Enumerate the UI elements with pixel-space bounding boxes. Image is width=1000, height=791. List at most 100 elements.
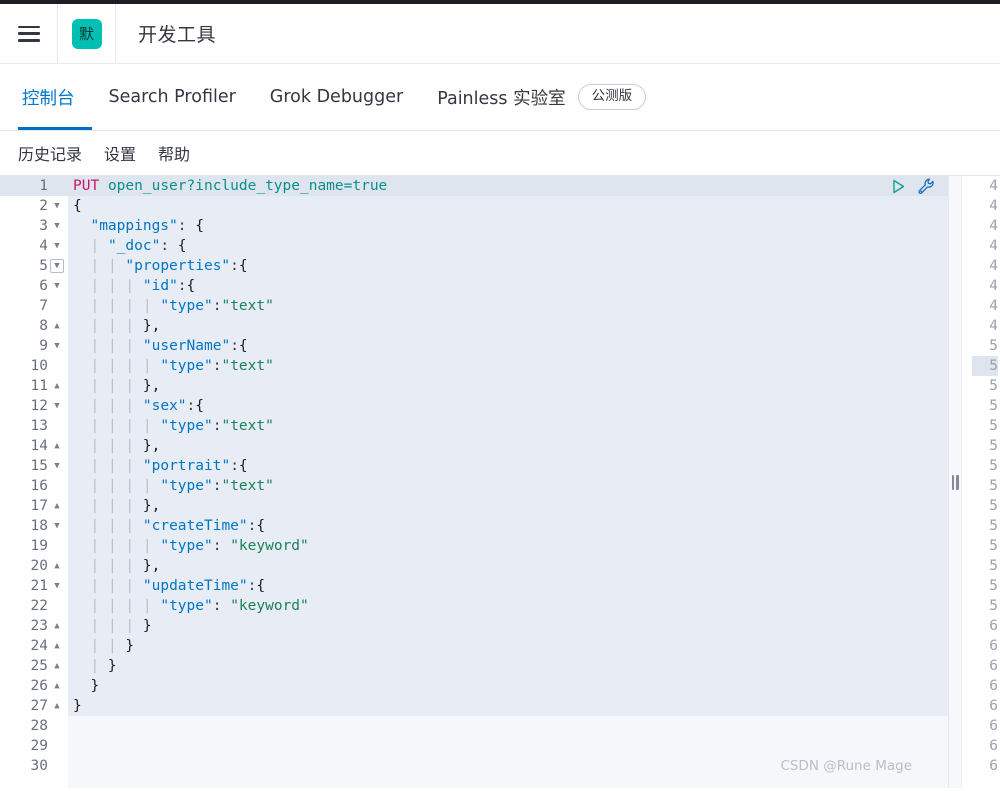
gutter-line[interactable]: 7: [0, 296, 68, 316]
fold-toggle-icon[interactable]: ▲: [50, 319, 64, 333]
fold-toggle-icon[interactable]: ▼: [50, 399, 64, 413]
run-request-button[interactable]: [890, 178, 907, 195]
fold-toggle-icon[interactable]: ▼: [50, 219, 64, 233]
editor-line-gutter[interactable]: 1 2 ▼ 3 ▼ 4 ▼ 5 ▼ 6 ▼ 7 8 ▲ 9 ▼ 10 11 ▲ 12 ▼ 13 14 ▲ 15 ▼ 16 17 ▲ 18 ▼…: [0, 176, 68, 788]
menu-toggle-button[interactable]: [0, 4, 58, 63]
code-line[interactable]: | | | "updateTime":{: [68, 576, 948, 596]
code-line[interactable]: }: [68, 696, 948, 716]
gutter-line[interactable]: 23 ▲: [0, 616, 68, 636]
gutter-line[interactable]: 28: [0, 716, 68, 736]
code-line[interactable]: | | | | "type": "keyword": [68, 536, 948, 556]
code-line[interactable]: | | | },: [68, 496, 948, 516]
gutter-line[interactable]: 21 ▼: [0, 576, 68, 596]
gutter-line[interactable]: 8 ▲: [0, 316, 68, 336]
fold-toggle-icon[interactable]: ▼: [50, 239, 64, 253]
gutter-line[interactable]: 17 ▲: [0, 496, 68, 516]
tab-search-profiler[interactable]: Search Profiler: [92, 64, 253, 130]
gutter-line-number: 23: [30, 618, 48, 634]
response-viewer-pane[interactable]: 4 4 4 4 4 4 4 4 5 5 5 5 5 5 5 5 5 5 5 5 5 5 6 6 6 6 6 6 6 6: [962, 176, 1000, 788]
fold-toggle-icon[interactable]: ▲: [50, 379, 64, 393]
code-line[interactable]: | | | },: [68, 316, 948, 336]
fold-toggle-icon[interactable]: ▼: [50, 259, 64, 273]
wrench-icon[interactable]: [917, 177, 936, 196]
fold-toggle-icon[interactable]: ▼: [50, 279, 64, 293]
beta-badge[interactable]: 公测版: [577, 83, 647, 111]
gutter-line[interactable]: 24 ▲: [0, 636, 68, 656]
tab-painless-lab[interactable]: Painless 实验室 公测版: [420, 64, 663, 130]
editor-code-lines[interactable]: PUT open_user?include_type_name=true{ "m…: [68, 176, 948, 776]
gutter-line[interactable]: 5 ▼: [0, 256, 68, 276]
submenu-item-settings[interactable]: 设置: [104, 141, 136, 165]
code-line[interactable]: | | | },: [68, 556, 948, 576]
gutter-line[interactable]: 22: [0, 596, 68, 616]
fold-toggle-icon[interactable]: ▼: [50, 339, 64, 353]
gutter-line[interactable]: 14 ▲: [0, 436, 68, 456]
code-line[interactable]: | | | "createTime":{: [68, 516, 948, 536]
gutter-line[interactable]: 12 ▼: [0, 396, 68, 416]
gutter-line[interactable]: 4 ▼: [0, 236, 68, 256]
gutter-line[interactable]: 10: [0, 356, 68, 376]
gutter-line[interactable]: 11 ▲: [0, 376, 68, 396]
code-line[interactable]: {: [68, 196, 948, 216]
gutter-line[interactable]: 15 ▼: [0, 456, 68, 476]
pane-resize-handle[interactable]: [948, 176, 962, 788]
code-line[interactable]: | | "properties":{: [68, 256, 948, 276]
response-line-number: 5: [989, 558, 998, 574]
fold-toggle-icon[interactable]: ▲: [50, 499, 64, 513]
code-line[interactable]: | | | "userName":{: [68, 336, 948, 356]
code-line[interactable]: "mappings": {: [68, 216, 948, 236]
fold-toggle-icon[interactable]: ▼: [50, 579, 64, 593]
fold-toggle-icon[interactable]: ▲: [50, 639, 64, 653]
code-line[interactable]: | | | },: [68, 436, 948, 456]
gutter-line[interactable]: 26 ▲: [0, 676, 68, 696]
code-line[interactable]: | | }: [68, 636, 948, 656]
code-line[interactable]: | "_doc": {: [68, 236, 948, 256]
response-line-gutter: 4 4 4 4 4 4 4 4 5 5 5 5 5 5 5 5 5 5 5 5 5 5 6 6 6 6 6 6 6 6: [972, 176, 1000, 776]
code-line[interactable]: | | | },: [68, 376, 948, 396]
code-line[interactable]: | | | | "type": "keyword": [68, 596, 948, 616]
space-logo-button[interactable]: 默: [58, 4, 116, 63]
code-line[interactable]: | }: [68, 656, 948, 676]
code-line[interactable]: [68, 716, 948, 736]
gutter-line[interactable]: 29: [0, 736, 68, 756]
gutter-line[interactable]: 18 ▼: [0, 516, 68, 536]
tab-console[interactable]: 控制台: [18, 64, 92, 130]
code-line[interactable]: | | | "portrait":{: [68, 456, 948, 476]
gutter-line[interactable]: 16: [0, 476, 68, 496]
code-line[interactable]: | | | "id":{: [68, 276, 948, 296]
fold-toggle-icon[interactable]: ▲: [50, 659, 64, 673]
gutter-line[interactable]: 30: [0, 756, 68, 776]
gutter-line[interactable]: 9 ▼: [0, 336, 68, 356]
submenu-item-history[interactable]: 历史记录: [18, 141, 82, 165]
gutter-line[interactable]: 1: [0, 176, 68, 196]
fold-toggle-icon[interactable]: ▼: [50, 459, 64, 473]
code-line[interactable]: [68, 736, 948, 756]
request-editor-pane[interactable]: 1 2 ▼ 3 ▼ 4 ▼ 5 ▼ 6 ▼ 7 8 ▲ 9 ▼ 10 11 ▲ 12 ▼ 13 14 ▲ 15 ▼ 16 17 ▲ 18 ▼…: [0, 176, 948, 788]
code-line[interactable]: | | | }: [68, 616, 948, 636]
code-line[interactable]: | | | | "type":"text": [68, 356, 948, 376]
fold-toggle-icon[interactable]: ▲: [50, 679, 64, 693]
tab-grok-debugger[interactable]: Grok Debugger: [253, 64, 420, 130]
gutter-line[interactable]: 6 ▼: [0, 276, 68, 296]
fold-toggle-icon[interactable]: ▲: [50, 619, 64, 633]
code-line[interactable]: }: [68, 676, 948, 696]
fold-toggle-icon[interactable]: ▲: [50, 439, 64, 453]
code-line[interactable]: PUT open_user?include_type_name=true: [68, 176, 948, 196]
gutter-line[interactable]: 27 ▲: [0, 696, 68, 716]
gutter-line[interactable]: 19: [0, 536, 68, 556]
gutter-line[interactable]: 20 ▲: [0, 556, 68, 576]
submenu-item-help[interactable]: 帮助: [158, 141, 190, 165]
fold-toggle-icon[interactable]: ▼: [50, 199, 64, 213]
code-line[interactable]: | | | "sex":{: [68, 396, 948, 416]
request-editor-code[interactable]: PUT open_user?include_type_name=true{ "m…: [68, 176, 948, 788]
gutter-line[interactable]: 3 ▼: [0, 216, 68, 236]
code-line[interactable]: | | | | "type":"text": [68, 296, 948, 316]
code-line[interactable]: | | | | "type":"text": [68, 416, 948, 436]
gutter-line[interactable]: 25 ▲: [0, 656, 68, 676]
fold-toggle-icon[interactable]: ▲: [50, 699, 64, 713]
fold-toggle-icon[interactable]: ▼: [50, 519, 64, 533]
gutter-line[interactable]: 13: [0, 416, 68, 436]
gutter-line[interactable]: 2 ▼: [0, 196, 68, 216]
fold-toggle-icon[interactable]: ▲: [50, 559, 64, 573]
code-line[interactable]: | | | | "type":"text": [68, 476, 948, 496]
